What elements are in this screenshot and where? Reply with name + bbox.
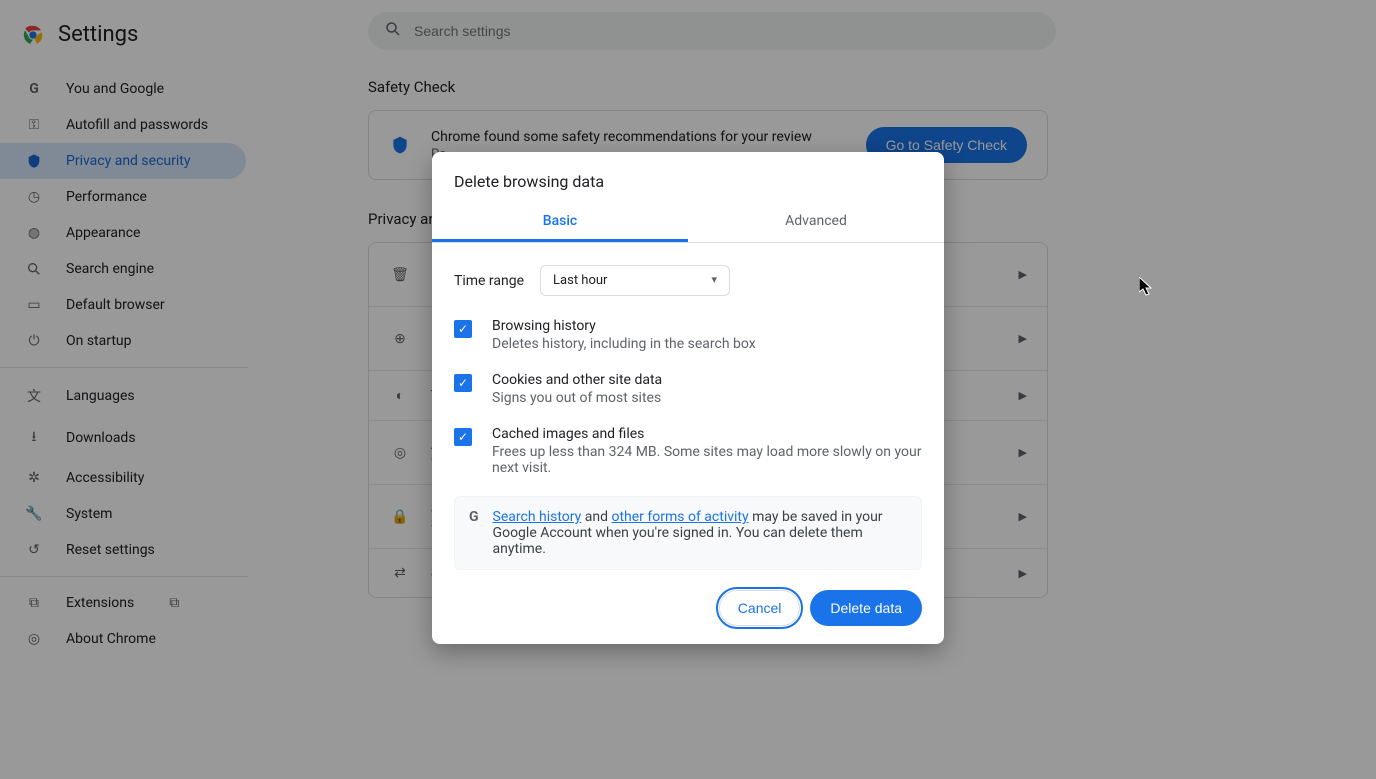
check-desc: Deletes history, including in the search…	[492, 336, 756, 352]
cancel-button[interactable]: Cancel	[719, 590, 801, 626]
time-range-label: Time range	[454, 273, 524, 289]
check-desc: Signs you out of most sites	[492, 390, 662, 406]
google-account-info: G Search history and other forms of acti…	[454, 496, 922, 570]
time-range-value: Last hour	[553, 273, 607, 288]
tab-advanced[interactable]: Advanced	[688, 203, 944, 242]
checkbox-cookies[interactable]: ✓	[454, 374, 472, 392]
other-activity-link[interactable]: other forms of activity	[611, 509, 748, 525]
google-g-icon: G	[469, 509, 479, 525]
check-title: Cached images and files	[492, 426, 922, 442]
checkbox-cached[interactable]: ✓	[454, 428, 472, 446]
time-range-select[interactable]: Last hour	[540, 265, 730, 296]
check-title: Cookies and other site data	[492, 372, 662, 388]
checkbox-browsing-history[interactable]: ✓	[454, 320, 472, 338]
dialog-title: Delete browsing data	[432, 152, 944, 203]
check-desc: Frees up less than 324 MB. Some sites ma…	[492, 444, 922, 476]
search-history-link[interactable]: Search history	[493, 509, 582, 525]
modal-overlay[interactable]: Delete browsing data Basic Advanced Time…	[0, 0, 1376, 779]
tab-basic[interactable]: Basic	[432, 203, 688, 242]
dialog-tabs: Basic Advanced	[432, 203, 944, 243]
delete-data-button[interactable]: Delete data	[810, 590, 922, 626]
check-title: Browsing history	[492, 318, 756, 334]
delete-browsing-data-dialog: Delete browsing data Basic Advanced Time…	[432, 152, 944, 644]
